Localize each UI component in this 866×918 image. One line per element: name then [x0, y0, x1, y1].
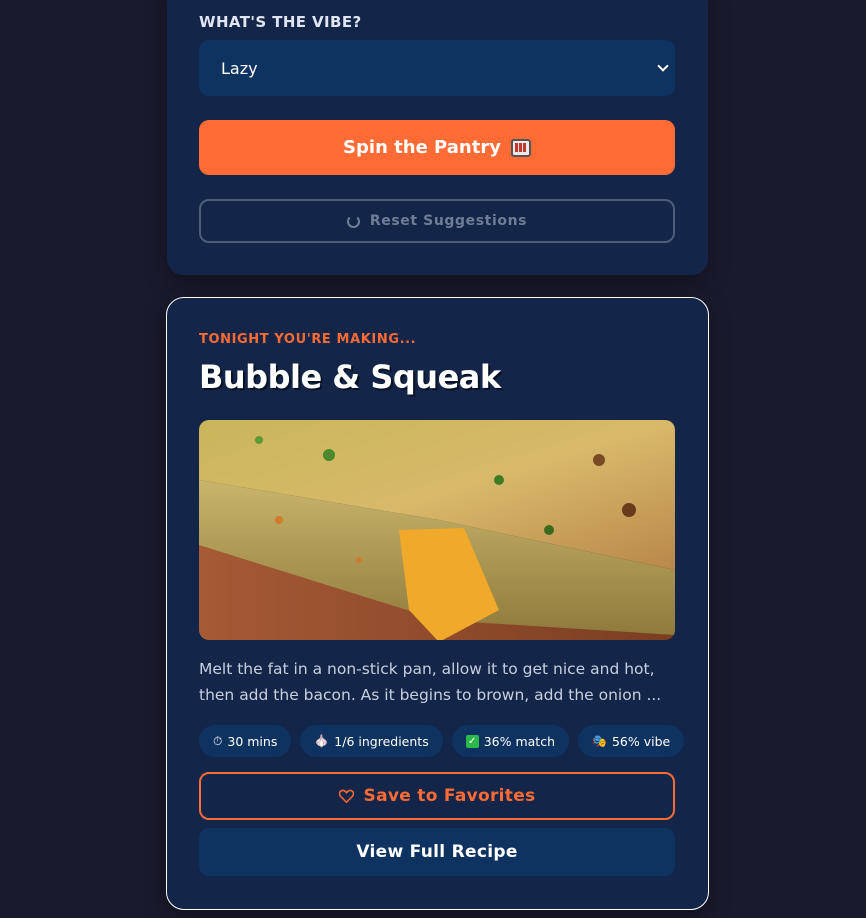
chevron-down-icon [657, 60, 669, 72]
garlic-icon: 🧄 [314, 734, 330, 748]
result-eyebrow: TONIGHT YOU'RE MAKING... [199, 332, 417, 347]
theater-masks-icon: 🎭 [592, 734, 607, 748]
save-button-label: Save to Favorites [363, 786, 536, 806]
vibe-panel: WHAT'S THE VIBE? Lazy Spin the Pantry Re… [167, 0, 708, 275]
reset-button-label: Reset Suggestions [369, 213, 528, 229]
recipe-stats: ⏱ 30 mins 🧄 1/6 ingredients ✓ 36% match … [199, 725, 685, 757]
vibe-chip-label: 56% vibe [611, 733, 671, 749]
recipe-description: Melt the fat in a non-stick pan, allow i… [199, 660, 662, 704]
match-chip: ✓ 36% match [451, 725, 570, 757]
slot-machine-icon [510, 138, 531, 157]
vibe-label: WHAT'S THE VIBE? [199, 13, 362, 31]
check-icon: ✓ [465, 734, 479, 748]
spin-pantry-button[interactable]: Spin the Pantry [199, 120, 675, 175]
reset-suggestions-button[interactable]: Reset Suggestions [199, 199, 675, 243]
ingredients-chip-label: 1/6 ingredients [334, 733, 429, 749]
view-full-recipe-button[interactable]: View Full Recipe [199, 828, 675, 876]
spin-button-label: Spin the Pantry [343, 137, 501, 158]
ingredients-chip: 🧄 1/6 ingredients [300, 725, 443, 757]
stopwatch-icon: ⏱ [213, 733, 223, 748]
vibe-select[interactable]: Lazy [199, 40, 675, 96]
heart-icon [338, 789, 354, 803]
vibe-chip: 🎭 56% vibe [578, 725, 685, 757]
recipe-result-card: TONIGHT YOU'RE MAKING... Bubble & Squeak [166, 297, 709, 910]
refresh-icon [346, 214, 360, 228]
view-button-label: View Full Recipe [356, 842, 518, 862]
time-chip: ⏱ 30 mins [199, 725, 292, 757]
time-chip-label: 30 mins [227, 733, 278, 749]
recipe-photo [199, 420, 675, 640]
match-chip-label: 36% match [483, 733, 556, 749]
vibe-selected-value: Lazy [221, 58, 258, 78]
save-to-favorites-button[interactable]: Save to Favorites [199, 772, 675, 820]
recipe-title: Bubble & Squeak [199, 358, 501, 396]
